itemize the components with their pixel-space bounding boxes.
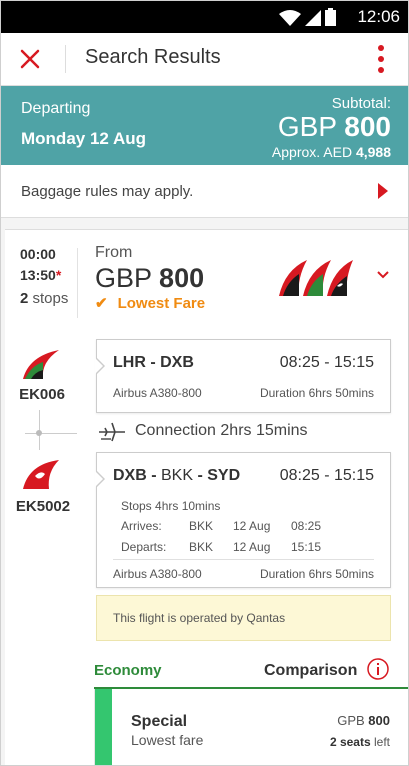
timeline-connector bbox=[25, 433, 77, 434]
segment-2-destination: SYD bbox=[207, 467, 241, 484]
seats-label: left bbox=[373, 735, 390, 749]
segment-1-duration: Duration 6hrs 50mins bbox=[259, 386, 374, 400]
subtotal-amount: GBP 800 bbox=[278, 111, 391, 143]
arrives-date: 12 Aug bbox=[233, 519, 271, 533]
flight-segment-1[interactable]: LHR - DXB 08:25 - 15:15 Airbus A380-800 … bbox=[95, 339, 391, 413]
connection-row: Connection 2hrs 15mins bbox=[97, 420, 397, 444]
baggage-rules-row[interactable]: Baggage rules may apply. bbox=[1, 165, 408, 218]
connection-plane-icon bbox=[99, 422, 125, 442]
result-currency: GBP bbox=[95, 263, 152, 293]
approx-amount: Approx. AED 4,988 bbox=[272, 144, 391, 160]
qantas-tail-icon bbox=[23, 460, 59, 489]
fare-subtitle: Lowest fare bbox=[131, 732, 204, 748]
segment-1-destination: DXB bbox=[160, 354, 194, 371]
stops-label: stops bbox=[32, 290, 69, 307]
flight-segment-2[interactable]: DXB - BKK - SYD 08:25 - 15:15 Stops 4hrs… bbox=[95, 452, 391, 588]
status-time: 12:06 bbox=[357, 7, 400, 26]
segment-2-stops: Stops 4hrs 10mins bbox=[121, 499, 221, 513]
fare-amount: 800 bbox=[368, 713, 390, 728]
departs-airport: BKK bbox=[189, 540, 214, 554]
subtotal-label: Subtotal: bbox=[331, 95, 391, 112]
seats-left: 2 seats left bbox=[330, 735, 390, 749]
subtotal-currency: GBP bbox=[277, 111, 337, 142]
departs-date: 12 Aug bbox=[233, 540, 271, 554]
stops-number: 2 bbox=[20, 290, 29, 307]
flight-result-card: 00:00 13:50* 2 stops From GBP 800 ✔ Lowes… bbox=[5, 229, 408, 765]
departs-label: Departs: bbox=[121, 540, 167, 554]
operated-by-text: This flight is operated by Qantas bbox=[113, 611, 286, 625]
subtotal-value: 800 bbox=[344, 111, 391, 142]
overflow-menu-icon[interactable] bbox=[376, 45, 386, 73]
result-amount: 800 bbox=[159, 263, 205, 293]
segment-pointer bbox=[95, 470, 105, 488]
fare-price: GPB 800 bbox=[337, 713, 390, 728]
chevron-down-icon[interactable] bbox=[377, 270, 389, 280]
segment-1-route: LHR - DXB bbox=[113, 354, 194, 371]
flight-code-2: EK5002 bbox=[15, 498, 71, 515]
segment-1-times: 08:25 - 15:15 bbox=[279, 354, 374, 371]
segment-2-origin: DXB bbox=[113, 467, 147, 484]
trip-summary: Departing Monday 12 Aug Subtotal: GBP 80… bbox=[1, 86, 408, 165]
tab-economy[interactable]: Economy bbox=[94, 662, 162, 679]
result-divider bbox=[77, 248, 78, 318]
fare-name: Special bbox=[131, 713, 188, 730]
page-title: Search Results bbox=[85, 46, 221, 68]
segment-2-route: DXB - BKK - SYD bbox=[113, 467, 241, 484]
flight-code-1: EK006 bbox=[19, 386, 65, 403]
segment-2-stop: BKK bbox=[161, 467, 194, 484]
segment-2-times: 08:25 - 15:15 bbox=[279, 467, 374, 484]
arrive-time: 13:50* bbox=[20, 265, 68, 286]
arrives-time: 08:25 bbox=[291, 519, 322, 533]
arrives-airport: BKK bbox=[189, 519, 214, 533]
departs-time: 15:15 bbox=[291, 540, 322, 554]
status-bar: 12:06 bbox=[1, 1, 408, 33]
fare-currency: GPB bbox=[337, 713, 365, 728]
segment-2-divider bbox=[113, 559, 374, 560]
app-bar-divider bbox=[65, 45, 66, 73]
depart-time: 00:00 bbox=[20, 246, 56, 262]
from-label: From bbox=[95, 244, 133, 261]
result-price: GBP 800 bbox=[95, 263, 204, 294]
operated-by-notice: This flight is operated by Qantas bbox=[96, 595, 391, 641]
emirates-tail-icon bbox=[23, 350, 59, 379]
stops-count: 2 stops bbox=[20, 288, 68, 309]
segment-1-aircraft: Airbus A380-800 bbox=[113, 386, 202, 400]
lowest-fare-label: Lowest Fare bbox=[117, 295, 206, 312]
lowest-fare-badge: ✔ Lowest Fare bbox=[95, 294, 205, 312]
approx-label: Approx. AED bbox=[271, 144, 353, 160]
airline-tails-logo bbox=[279, 260, 353, 296]
app-bar: Search Results bbox=[1, 33, 408, 86]
timeline-dot bbox=[36, 430, 42, 436]
check-icon: ✔ bbox=[95, 295, 108, 312]
app-screen: 12:06 Search Results Departing Monday 12… bbox=[0, 0, 409, 766]
seats-count: 2 seats bbox=[329, 735, 371, 749]
segment-1-origin: LHR bbox=[113, 354, 146, 371]
arrive-next-day-marker: * bbox=[55, 267, 62, 283]
fare-option-special[interactable]: Special Lowest fare GPB 800 2 seats left bbox=[94, 689, 408, 765]
signal-icon bbox=[305, 10, 321, 26]
segment-pointer bbox=[95, 357, 105, 375]
battery-icon bbox=[325, 8, 336, 26]
segment-2-duration: Duration 6hrs 50mins bbox=[259, 567, 374, 581]
segment-2-aircraft: Airbus A380-800 bbox=[113, 567, 202, 581]
chevron-right-icon bbox=[378, 183, 388, 199]
wifi-icon bbox=[279, 10, 301, 26]
departing-date: Monday 12 Aug bbox=[21, 129, 146, 148]
close-icon[interactable] bbox=[15, 44, 45, 74]
departing-label: Departing bbox=[21, 100, 91, 117]
comparison-link[interactable]: Comparison bbox=[264, 662, 357, 680]
baggage-rules-text: Baggage rules may apply. bbox=[21, 183, 194, 200]
info-icon[interactable] bbox=[367, 658, 389, 680]
journey-times: 00:00 13:50* 2 stops bbox=[20, 244, 68, 309]
arrives-label: Arrives: bbox=[121, 519, 162, 533]
connection-text: Connection 2hrs 15mins bbox=[135, 422, 308, 439]
status-icons bbox=[279, 8, 336, 26]
approx-value: 4,988 bbox=[355, 144, 391, 160]
arrive-time-value: 13:50 bbox=[20, 267, 56, 283]
fare-color-bar bbox=[95, 689, 112, 765]
